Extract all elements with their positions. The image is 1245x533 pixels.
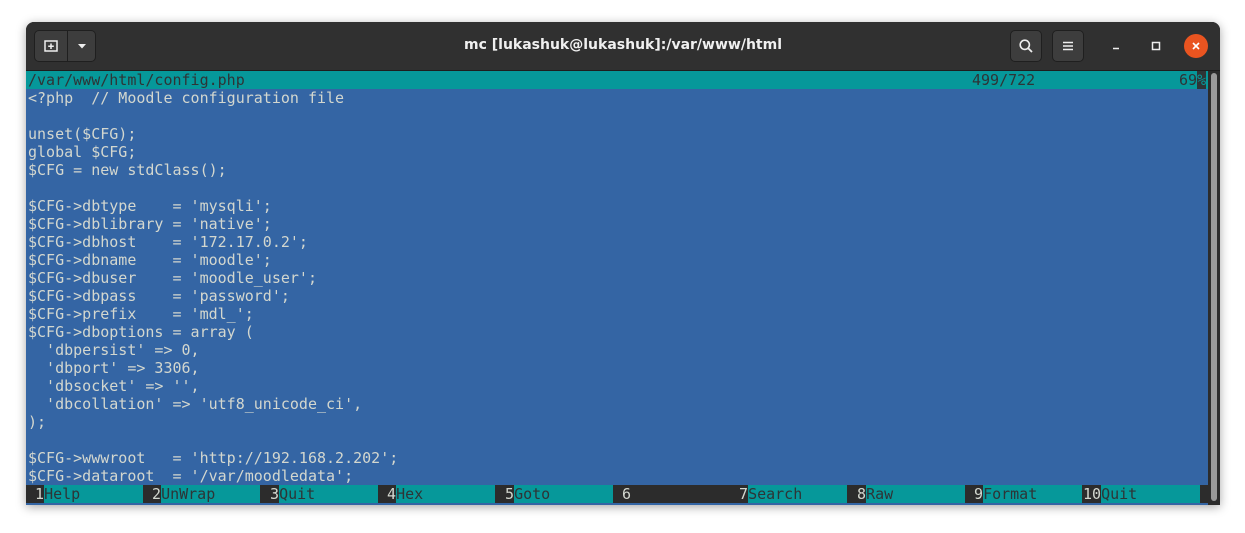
new-tab-icon (44, 40, 58, 52)
code-line: 'dbport' => 3306, (28, 359, 200, 377)
function-key-label: Goto (514, 485, 614, 503)
code-line: unset($CFG); (28, 125, 137, 143)
function-key-label: Help (44, 485, 144, 503)
code-line: $CFG->dboptions = array ( (28, 323, 254, 341)
function-key-f3[interactable]: 3Quit (261, 485, 379, 503)
function-key-number: 8 (848, 485, 867, 503)
function-key-f2[interactable]: 2UnWrap (143, 485, 261, 503)
minimize-icon (1113, 47, 1119, 50)
code-line: $CFG->dataroot = '/var/moodledata'; (28, 467, 354, 485)
code-line: <?php // Moodle configuration file (28, 89, 345, 107)
code-line: $CFG->prefix = 'mdl_'; (28, 305, 254, 323)
function-key-label: Format (983, 485, 1083, 503)
function-key-number: 6 (613, 485, 632, 503)
line-position: 499/722 (972, 71, 1036, 89)
function-key-f9[interactable]: 9Format (965, 485, 1083, 503)
scroll-percent: 69% (1179, 71, 1207, 89)
scroll-percent-value: 69 (1179, 71, 1198, 89)
viewer-status-bar: /var/www/html/config.php 499/722 69% (26, 71, 1208, 89)
tab-menu-dropdown-button[interactable] (68, 30, 96, 62)
maximize-button[interactable] (1144, 34, 1168, 58)
hamburger-menu-button[interactable] (1052, 30, 1084, 62)
hamburger-menu-icon (1063, 41, 1073, 51)
function-key-label: Quit (1101, 485, 1201, 503)
function-key-number: 9 (965, 485, 984, 503)
terminal-viewport[interactable]: /var/www/html/config.php 499/722 69% <?p… (26, 71, 1208, 505)
function-key-f7[interactable]: 7Search (730, 485, 848, 503)
function-key-f5[interactable]: 5Goto (496, 485, 614, 503)
search-button[interactable] (1010, 30, 1042, 62)
function-key-f10[interactable]: 10Quit (1083, 485, 1201, 503)
new-tab-button[interactable] (34, 30, 68, 62)
function-key-f8[interactable]: 8Raw (848, 485, 966, 503)
code-line: 'dbpersist' => 0, (28, 341, 200, 359)
code-line: $CFG->dbtype = 'mysqli'; (28, 197, 272, 215)
tab-button-group (34, 30, 96, 62)
scrollbar-thumb[interactable] (1211, 73, 1217, 501)
code-line: global $CFG; (28, 143, 137, 161)
code-line: $CFG->dbuser = 'moodle_user'; (28, 269, 317, 287)
code-line: $CFG->wwwroot = 'http://192.168.2.202'; (28, 449, 399, 467)
file-path: /var/www/html/config.php (28, 71, 245, 89)
function-key-number: 5 (496, 485, 515, 503)
function-key-label: Raw (866, 485, 966, 503)
close-icon (1192, 42, 1200, 50)
function-key-f4[interactable]: 4Hex (378, 485, 496, 503)
function-key-number: 7 (730, 485, 749, 503)
minimize-button[interactable] (1104, 34, 1128, 58)
code-line: $CFG->dblibrary = 'native'; (28, 215, 272, 233)
function-key-number: 3 (261, 485, 280, 503)
search-icon (1019, 39, 1033, 53)
function-key-label: Hex (396, 485, 496, 503)
function-key-f6[interactable]: 6 (613, 485, 730, 503)
code-line: $CFG->dbname = 'moodle'; (28, 251, 272, 269)
scroll-percent-sign: % (1197, 71, 1207, 89)
maximize-icon (1151, 41, 1161, 51)
file-content[interactable]: <?php // Moodle configuration file unset(… (26, 89, 1208, 485)
code-line: $CFG->dbpass = 'password'; (28, 287, 290, 305)
code-line: $CFG->dbhost = '172.17.0.2'; (28, 233, 308, 251)
function-key-number: 2 (143, 485, 162, 503)
chevron-down-icon (77, 44, 86, 49)
terminal-window: mc [lukashuk@lukashuk]:/var/www/html /va… (26, 22, 1220, 505)
code-line: $CFG = new stdClass(); (28, 161, 227, 179)
function-key-number: 4 (378, 485, 397, 503)
function-key-label: Search (748, 485, 848, 503)
code-line: 'dbsocket' => '', (28, 377, 200, 395)
function-key-number: 10 (1083, 485, 1102, 503)
function-key-number: 1 (26, 485, 45, 503)
function-key-f1[interactable]: 1Help (26, 485, 144, 503)
code-line: ); (28, 413, 47, 431)
header-bar: mc [lukashuk@lukashuk]:/var/www/html (26, 22, 1220, 71)
scrollbar[interactable] (1208, 71, 1220, 505)
close-button[interactable] (1184, 34, 1208, 58)
code-line: 'dbcollation' => 'utf8_unicode_ci', (28, 395, 363, 413)
function-key-bar: 1Help 2UnWrap 3Quit 4Hex 5Goto 6 7Search… (26, 485, 1208, 503)
function-key-label: Quit (279, 485, 379, 503)
function-key-label: UnWrap (161, 485, 261, 503)
